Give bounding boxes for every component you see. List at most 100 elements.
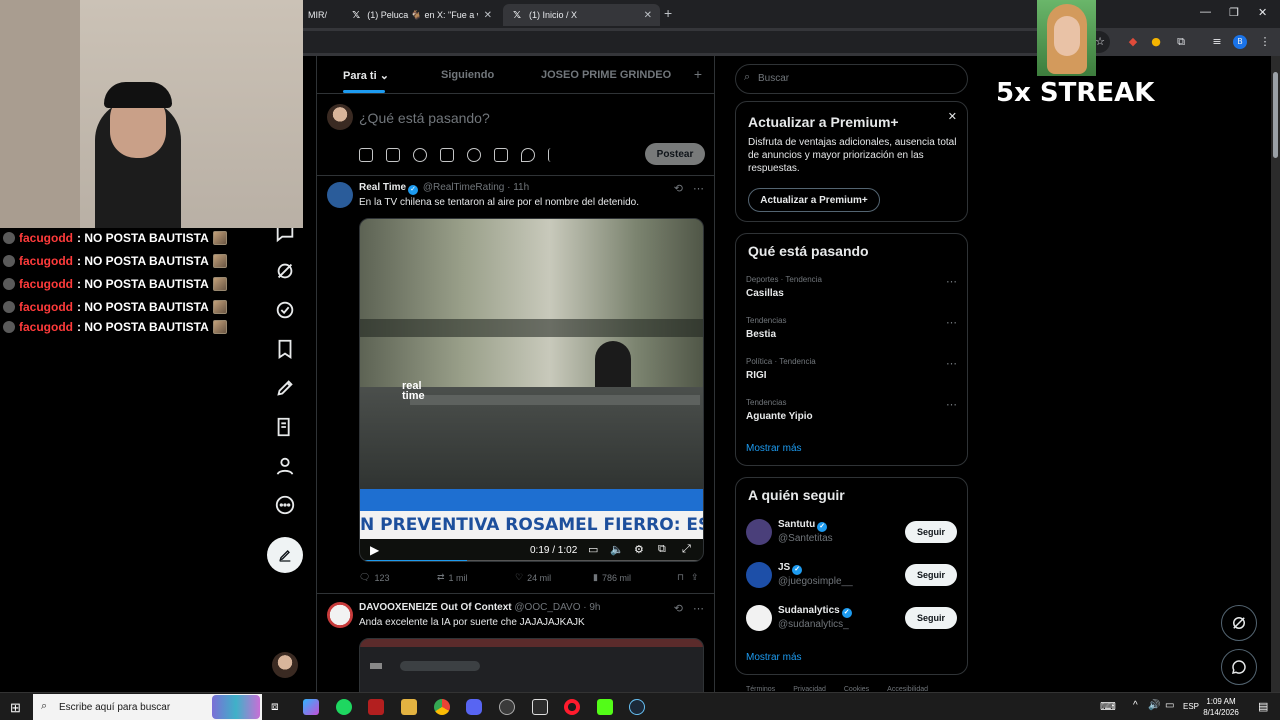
steam-icon[interactable] — [629, 699, 645, 715]
volume-tray-icon[interactable]: 🔊 — [1148, 700, 1160, 711]
trend-more-icon[interactable]: ⋯ — [946, 275, 957, 288]
compose-post-button[interactable] — [267, 537, 303, 573]
schedule-icon[interactable] — [494, 148, 508, 162]
input-language[interactable]: ESP — [1183, 702, 1199, 711]
tweet[interactable]: Real Time ✓ @RealTimeRating · 11h ⟲ ⋯ En … — [317, 176, 714, 594]
reply-button[interactable]: 🗨 123 — [359, 572, 437, 583]
flag-icon[interactable] — [548, 148, 562, 162]
composer-input[interactable]: ¿Qué está pasando? — [359, 110, 490, 126]
file-explorer-icon[interactable] — [401, 699, 417, 715]
trend-more-icon[interactable]: ⋯ — [946, 357, 957, 370]
tweet-author-name[interactable]: Real Time — [359, 182, 406, 193]
messages-fab-button[interactable] — [1221, 649, 1257, 685]
tweet-video[interactable]: realtime N PREVENTIVA ROSAMEL FIERRO: ES… — [359, 218, 704, 562]
tab-joseo-prime-grindeo[interactable]: JOSEO PRIME GRINDEO — [541, 69, 671, 81]
tweet-author-name[interactable]: DAVOOXENEIZE Out Of Context — [359, 602, 512, 613]
premium-button[interactable]: Actualizar a Premium+ — [748, 188, 880, 212]
account-avatar[interactable] — [272, 652, 298, 678]
location-icon[interactable] — [521, 148, 535, 162]
tweet[interactable]: DAVOOXENEIZE Out Of Context @OOC_DAVO · … — [317, 594, 714, 692]
post-button[interactable]: Postear — [645, 143, 705, 165]
trend-more-icon[interactable]: ⋯ — [946, 316, 957, 329]
taskbar-clock[interactable]: 1:09 AM 8/14/2026 — [1199, 696, 1243, 718]
tweet-time[interactable]: 9h — [589, 602, 600, 613]
browser-menu-icon[interactable]: ⋮ — [1257, 34, 1273, 50]
network-icon[interactable]: ▭ — [1165, 700, 1174, 711]
bookmarks-icon[interactable] — [274, 338, 296, 360]
copilot-icon[interactable] — [303, 699, 319, 715]
tweet-image[interactable] — [359, 638, 704, 692]
follow-button[interactable]: Seguir — [905, 607, 957, 629]
share-icon[interactable]: ⇪ — [691, 572, 703, 583]
follow-button[interactable]: Seguir — [905, 521, 957, 543]
keyboard-icon[interactable]: ⌨ — [1100, 700, 1116, 713]
restore-icon[interactable]: ❐ — [1229, 6, 1239, 19]
like-button[interactable]: ♡ 24 mil — [515, 572, 593, 583]
notifications-icon[interactable]: ▤ — [1258, 700, 1268, 713]
poll-icon[interactable] — [440, 148, 454, 162]
tab-para-ti[interactable]: Para ti ⌄ — [343, 69, 389, 82]
app-icon[interactable] — [368, 699, 384, 715]
views-button[interactable]: ▮ 786 mil — [593, 572, 677, 583]
tweet-more-icon[interactable]: ⋯ — [693, 182, 704, 195]
task-view-icon[interactable]: ⧈ — [271, 699, 279, 714]
chrome-icon[interactable] — [434, 699, 450, 715]
kick-icon[interactable] — [597, 699, 613, 715]
browser-tab-active[interactable]: 𝕏 (1) Inicio / X ✕ — [503, 4, 660, 26]
suggestion-avatar[interactable] — [746, 605, 772, 631]
lists-icon[interactable] — [274, 416, 296, 438]
gif-icon[interactable] — [386, 148, 400, 162]
spotify-icon[interactable] — [336, 699, 352, 715]
close-tab-icon[interactable]: ✕ — [484, 10, 492, 21]
page-scrollbar[interactable] — [1271, 56, 1280, 692]
pip-icon[interactable]: ⧉ — [658, 543, 666, 556]
scrollbar-thumb[interactable] — [1273, 72, 1278, 158]
browser-tab[interactable]: MIR/ — [300, 4, 340, 26]
media-icon[interactable] — [359, 148, 373, 162]
tweet-more-icon[interactable]: ⋯ — [693, 602, 704, 615]
tweet-handle[interactable]: @RealTimeRating — [423, 182, 504, 193]
grok-fab-button[interactable] — [1221, 605, 1257, 641]
windows-start-icon[interactable]: ⊞ — [10, 700, 21, 716]
fullscreen-icon[interactable]: ⤢ — [682, 543, 691, 556]
volume-icon[interactable]: 🔈 — [610, 543, 624, 556]
extensions-puzzle-icon[interactable]: ⧉ — [1173, 34, 1189, 50]
search-input[interactable]: ⌕ Buscar — [735, 64, 968, 94]
minimize-icon[interactable]: — — [1200, 6, 1211, 18]
suggestion-avatar[interactable] — [746, 519, 772, 545]
discord-icon[interactable] — [466, 699, 482, 715]
tweet-author-avatar[interactable] — [327, 182, 353, 208]
tweet-author-avatar[interactable] — [327, 602, 353, 628]
follow-button[interactable]: Seguir — [905, 564, 957, 586]
profile-avatar[interactable]: B — [1233, 35, 1247, 49]
new-tab-icon[interactable]: + — [664, 5, 672, 21]
add-list-tab-icon[interactable]: + — [694, 66, 702, 82]
grok-tool-icon[interactable] — [413, 148, 427, 162]
settings-gear-icon[interactable]: ⚙ — [634, 543, 644, 556]
media-controls-icon[interactable]: ≡ — [1209, 34, 1225, 50]
grok-icon[interactable] — [274, 260, 296, 282]
who-to-follow-show-more-link[interactable]: Mostrar más — [746, 652, 802, 663]
captions-icon[interactable]: ▭ — [588, 543, 598, 556]
more-options-icon[interactable] — [274, 494, 296, 516]
taskbar-search-input[interactable]: ⌕ Escribe aquí para buscar — [33, 694, 262, 720]
profile-icon[interactable] — [274, 455, 296, 477]
tray-chevron-icon[interactable]: ^ — [1133, 700, 1138, 711]
play-icon[interactable]: ▶ — [370, 543, 379, 557]
trend-more-icon[interactable]: ⋯ — [946, 398, 957, 411]
tweet-time[interactable]: 11h — [513, 182, 529, 193]
tab-siguiendo[interactable]: Siguiendo — [441, 69, 494, 81]
suggestion-avatar[interactable] — [746, 562, 772, 588]
extension-icon[interactable]: ◆ — [1125, 34, 1141, 50]
trends-show-more-link[interactable]: Mostrar más — [746, 443, 802, 454]
browser-tab[interactable]: 𝕏 (1) Peluca 🐐 en X: "Fue a vend ✕ — [343, 4, 500, 26]
window-close-icon[interactable]: ✕ — [1258, 6, 1267, 19]
opera-icon[interactable] — [564, 699, 580, 715]
extension-icon[interactable]: ● — [1148, 34, 1164, 50]
emoji-icon[interactable] — [467, 148, 481, 162]
video-progress-track[interactable] — [360, 560, 703, 561]
grok-explain-icon[interactable]: ⟲ — [674, 602, 683, 615]
close-icon[interactable]: ✕ — [948, 110, 957, 123]
app-icon[interactable] — [532, 699, 548, 715]
address-bar[interactable] — [290, 31, 1110, 53]
